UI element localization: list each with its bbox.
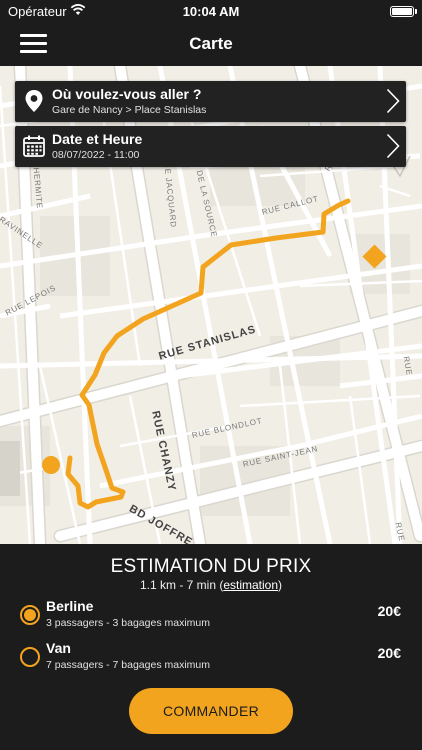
- vehicle-name: Van: [46, 640, 71, 656]
- order-button[interactable]: COMMANDER: [129, 688, 293, 734]
- origin-marker: [42, 456, 60, 474]
- radio-selected-icon[interactable]: [20, 605, 40, 625]
- datetime-title: Date et Heure: [52, 131, 143, 147]
- datetime-value: 08/07/2022 - 11:00: [52, 149, 140, 161]
- radio-selected-dot: [24, 609, 36, 621]
- battery-icon: [390, 6, 414, 17]
- destination-card[interactable]: Où voulez-vous aller ? Gare de Nancy > P…: [15, 81, 406, 122]
- vehicle-option-berline[interactable]: Berline 3 passagers - 3 bagages maximum …: [18, 596, 408, 632]
- destination-title: Où voulez-vous aller ?: [52, 86, 202, 102]
- estimate-title: ESTIMATION DU PRIX: [110, 556, 312, 577]
- vehicle-option-van[interactable]: Van 7 passagers - 7 bagages maximum 20€: [18, 638, 408, 674]
- estimate-info: 1.1 km - 7 min (estimation): [0, 578, 422, 592]
- price-estimate-panel: ESTIMATION DU PRIX 1.1 km - 7 min (estim…: [0, 544, 422, 750]
- calendar-icon: [23, 135, 45, 157]
- station-block: [0, 441, 20, 496]
- map-view[interactable]: HERMITE RAVINELLE RUE JACQUARD DE LA SOU…: [0, 66, 422, 544]
- vehicle-description: 7 passagers - 7 bagages maximum: [46, 659, 210, 671]
- vehicle-description: 3 passagers - 3 bagages maximum: [46, 617, 210, 629]
- vehicle-price: 20€: [377, 645, 401, 661]
- location-pin-icon: [25, 90, 43, 112]
- destination-route: Gare de Nancy > Place Stanislas: [52, 104, 207, 116]
- status-time: 10:04 AM: [182, 4, 240, 19]
- page-title: Carte: [189, 34, 233, 53]
- battery-tip: [415, 9, 417, 14]
- status-bar: Opérateur 10:04 AM: [0, 0, 422, 24]
- estimate-distance-duration: 1.1 km - 7 min (: [139, 578, 224, 592]
- vehicle-name: Berline: [46, 598, 94, 614]
- estimate-link[interactable]: estimation: [223, 578, 278, 592]
- nav-bar: Carte: [0, 24, 422, 66]
- datetime-card[interactable]: Date et Heure 08/07/2022 - 11:00: [15, 126, 406, 167]
- estimate-info-suffix: ): [278, 578, 283, 592]
- chevron-right-icon: [386, 133, 400, 159]
- chevron-right-icon: [386, 88, 400, 114]
- radio-unselected-icon[interactable]: [20, 647, 40, 667]
- vehicle-price: 20€: [377, 603, 401, 619]
